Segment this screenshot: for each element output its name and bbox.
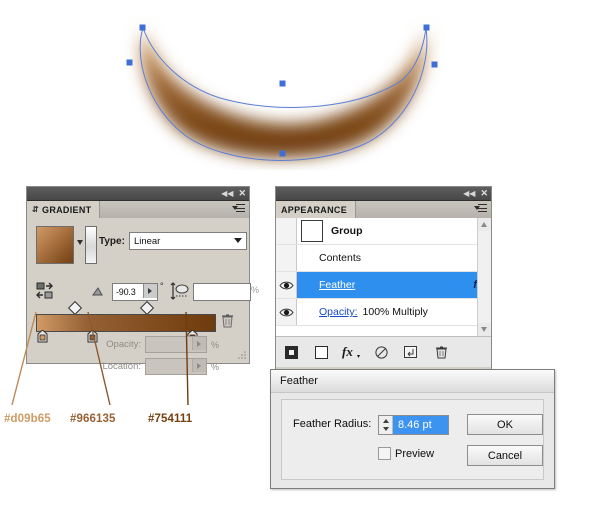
annotation-leader-lines	[11, 311, 189, 406]
leader-line-1	[87, 311, 111, 406]
hex-label-1: #966135	[70, 413, 116, 425]
leader-line-2	[185, 311, 189, 406]
leader-line-0	[11, 311, 37, 406]
screenshot-stage: ◀◀ ✕ ⇵ GRADIENT Type: Linear -90.3 ° % O…	[0, 0, 599, 508]
hex-label-2: #754111	[148, 413, 193, 425]
hex-label-0: #d09b65	[4, 413, 51, 425]
